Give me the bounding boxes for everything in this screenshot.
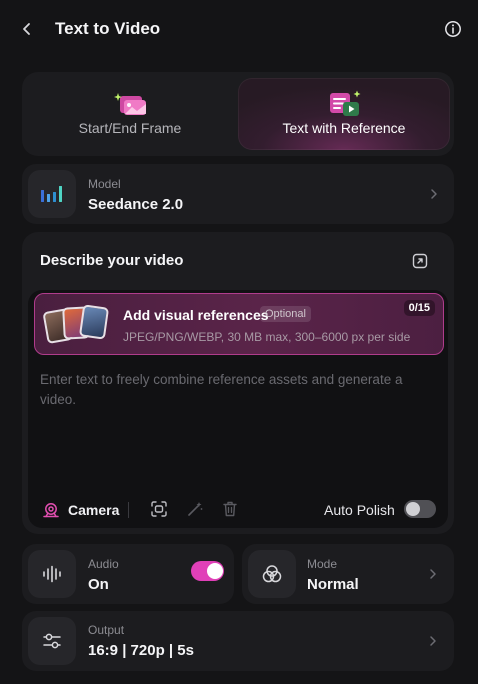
mode-setting[interactable]: Mode Normal — [242, 544, 454, 604]
chevron-right-icon — [430, 569, 436, 579]
page-title: Text to Video — [55, 19, 161, 38]
delete-button[interactable] — [222, 500, 238, 518]
thumbnail-image — [78, 304, 110, 340]
toolbar-divider — [128, 502, 129, 518]
mode-tabs: Start/End Frame Text with Reference — [22, 72, 454, 156]
magic-wand-button[interactable] — [186, 500, 204, 518]
auto-polish-label: Auto Polish — [324, 502, 395, 518]
info-button[interactable] — [442, 18, 464, 40]
back-button[interactable] — [16, 18, 38, 40]
reference-counter: 0/15 — [403, 300, 435, 316]
mode-circles-icon — [262, 565, 282, 583]
audio-icon-box — [28, 550, 76, 598]
tab-label: Start/End Frame — [78, 120, 182, 136]
expand-icon — [412, 253, 428, 269]
describe-panel: Describe your video Add visual reference… — [22, 232, 454, 534]
mode-label: Mode — [307, 557, 338, 571]
audio-setting[interactable]: Audio On — [22, 544, 234, 604]
seedance-logo-icon — [41, 186, 62, 202]
prompt-editor: Add visual references Optional JPEG/PNG/… — [28, 290, 448, 528]
tab-label: Text with Reference — [282, 120, 406, 136]
tab-start-end-frame[interactable]: Start/End Frame — [26, 78, 234, 150]
magic-wand-icon — [188, 502, 203, 516]
audio-label: Audio — [88, 557, 119, 571]
sliders-icon — [43, 633, 61, 649]
model-label: Model — [88, 177, 121, 191]
camera-label: Camera — [68, 502, 120, 518]
output-icon-box — [28, 617, 76, 665]
reference-thumbnails — [42, 304, 111, 345]
image-frames-icon — [114, 93, 146, 115]
scan-icon — [151, 501, 167, 517]
toggle-knob — [207, 563, 223, 579]
mode-value: Normal — [307, 576, 359, 593]
model-value: Seedance 2.0 — [88, 196, 184, 213]
audio-toggle[interactable] — [191, 561, 224, 581]
output-value: 16:9 | 720p | 5s — [88, 642, 194, 659]
chevron-left-icon — [23, 23, 30, 35]
references-subtitle: JPEG/PNG/WEBP, 30 MB max, 300–6000 px pe… — [123, 330, 411, 344]
describe-title: Describe your video — [40, 252, 184, 269]
toggle-knob — [406, 502, 420, 516]
mode-icon-box — [248, 550, 296, 598]
camera-button[interactable]: Camera — [42, 500, 119, 520]
auto-polish-toggle[interactable] — [404, 500, 436, 518]
output-label: Output — [88, 623, 125, 637]
trash-icon — [223, 501, 237, 517]
tab-text-with-reference[interactable]: Text with Reference — [238, 78, 450, 150]
model-selector[interactable]: Model Seedance 2.0 — [22, 164, 454, 224]
scan-button[interactable] — [150, 500, 168, 518]
camera-icon — [43, 503, 59, 518]
references-title: Add visual references — [123, 307, 269, 323]
add-references-button[interactable]: Add visual references Optional JPEG/PNG/… — [34, 293, 444, 355]
audio-wave-icon — [43, 565, 61, 583]
text-reference-icon — [330, 90, 361, 116]
audio-value: On — [88, 576, 109, 593]
chevron-right-icon — [430, 636, 436, 646]
optional-badge: Optional — [260, 306, 311, 322]
info-icon — [445, 21, 461, 37]
prompt-input[interactable] — [40, 370, 420, 480]
expand-button[interactable] — [409, 250, 431, 272]
chevron-right-icon — [431, 189, 437, 199]
output-setting[interactable]: Output 16:9 | 720p | 5s — [22, 611, 454, 671]
model-icon-box — [28, 170, 76, 218]
